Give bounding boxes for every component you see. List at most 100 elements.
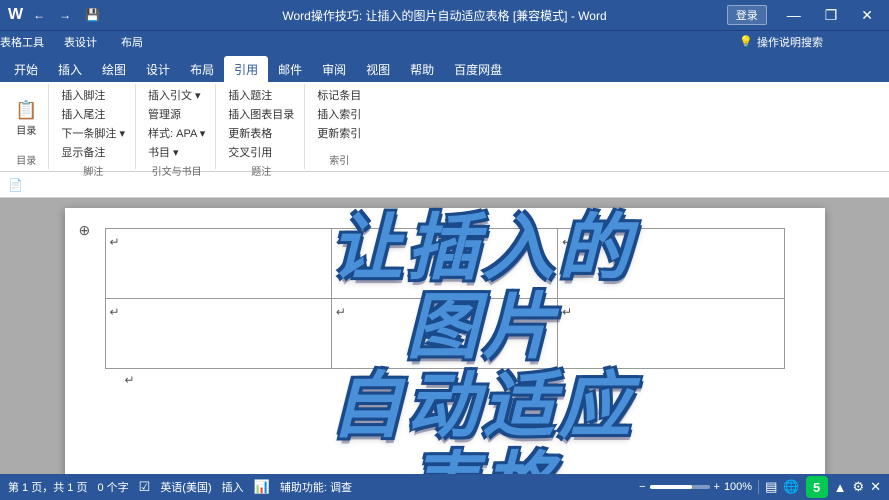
zoom-in-button[interactable]: +	[714, 481, 720, 493]
document-page: ⊕ ↵ ↵ ↵ ↵ ↵ ↵ ↵ 让插入的图片自动适应表格	[65, 208, 825, 474]
status-left: 第 1 页，共 1 页 0 个字 ☑ 英语(美国) 插入 📊 辅助功能: 调查	[8, 479, 629, 495]
lightbulb-icon: 💡	[739, 35, 753, 48]
spell-check-icon[interactable]: ☑	[139, 479, 151, 495]
cell-arrow-icon: ↵	[562, 235, 572, 249]
page-info: 第 1 页，共 1 页	[8, 479, 87, 495]
extra-icon-1[interactable]: ▲	[834, 480, 847, 495]
tab-view[interactable]: 视图	[356, 56, 400, 82]
word-logo: W	[8, 6, 23, 24]
insert-caption-button[interactable]: 插入题注	[224, 86, 276, 104]
zoom-out-button[interactable]: −	[639, 481, 645, 493]
tab-design[interactable]: 设计	[136, 56, 180, 82]
group-citations-label: 引文与书目	[152, 161, 202, 178]
next-footnote-button[interactable]: 下一条脚注 ▾	[57, 124, 129, 142]
cell-arrow-icon: ↵	[562, 305, 572, 319]
cell-arrow-icon: ↵	[110, 305, 120, 319]
cell-arrow-icon: ↵	[336, 235, 346, 249]
mark-entry-button[interactable]: 标记条目	[313, 86, 365, 104]
ribbon-content: 📋 目录 目录 插入脚注 插入尾注 下一条脚注 ▾ 显示备注 脚注 插入引文 ▾…	[0, 82, 889, 172]
group-captions-label: 题注	[251, 161, 271, 178]
extra-icon-2[interactable]: ⚙	[852, 479, 864, 495]
maximize-button[interactable]: ❐	[817, 6, 846, 24]
toc-button[interactable]: 📋 目录	[10, 97, 42, 140]
bibliography-button[interactable]: 书目 ▾	[144, 143, 183, 161]
five-brand-icon: 5	[806, 476, 828, 498]
zoom-slider[interactable]	[650, 485, 710, 489]
redo-button[interactable]: →	[55, 6, 75, 24]
search-hint: 💡 操作说明搜索	[739, 34, 823, 50]
status-bar: 第 1 页，共 1 页 0 个字 ☑ 英语(美国) 插入 📊 辅助功能: 调查 …	[0, 474, 889, 500]
insert-table-of-figures-button[interactable]: 插入图表目录	[224, 105, 298, 123]
tab-layout[interactable]: 布局	[180, 56, 224, 82]
group-footnotes-label: 脚注	[83, 161, 103, 178]
extra-icon-3[interactable]: ✕	[870, 479, 881, 495]
tab-insert[interactable]: 插入	[48, 56, 92, 82]
minimize-button[interactable]: —	[779, 6, 809, 24]
tab-layout[interactable]: 布局	[109, 31, 155, 52]
close-button[interactable]: ✕	[853, 6, 881, 24]
status-right: − + 100% ▤ 🌐 5 ▲ ⚙ ✕	[639, 476, 881, 498]
char-count: 0 个字	[97, 479, 128, 495]
zoom-bar: − + 100%	[639, 481, 752, 493]
table-row: ↵ ↵ ↵	[105, 229, 784, 299]
table-cell-0-2[interactable]: ↵	[558, 229, 784, 299]
tab-mailings[interactable]: 邮件	[268, 56, 312, 82]
cell-arrow-icon: ↵	[125, 373, 135, 387]
ribbon-group-captions: 插入题注 插入图表目录 更新表格 交叉引用 题注	[218, 84, 305, 169]
ribbon-tabs: 开始 插入 绘图 设计 布局 引用 邮件 审阅 视图 帮助 百度网盘	[0, 52, 889, 82]
tab-baidu[interactable]: 百度网盘	[444, 56, 512, 82]
insert-index-button[interactable]: 插入索引	[313, 105, 365, 123]
view-web-icon[interactable]: 🌐	[783, 479, 799, 495]
insert-endnote-button[interactable]: 插入尾注	[57, 105, 109, 123]
table-move-icon[interactable]: ⊕	[79, 222, 91, 239]
document-area: ⊕ ↵ ↵ ↵ ↵ ↵ ↵ ↵ 让插入的图片自动适应表格	[0, 198, 889, 474]
table-cell-1-1[interactable]: ↵	[331, 299, 557, 369]
cell-arrow-icon: ↵	[110, 235, 120, 249]
view-mode-icon[interactable]: ▤	[765, 479, 777, 495]
tool-tabs-bar: 表格工具 表设计 布局 💡 操作说明搜索	[0, 30, 889, 52]
toc-label: 目录	[16, 122, 36, 137]
language[interactable]: 英语(美国)	[160, 479, 211, 495]
tab-home[interactable]: 开始	[4, 56, 48, 82]
doc-stats-icon: 📊	[254, 479, 270, 495]
title-right: 登录 — ❐ ✕	[727, 5, 881, 25]
group-index-label: 索引	[329, 150, 349, 167]
ribbon-group-footnotes: 插入脚注 插入尾注 下一条脚注 ▾ 显示备注 脚注	[51, 84, 136, 169]
title-bar: W ← → 💾 Word操作技巧: 让插入的图片自动适应表格 [兼容模式] - …	[0, 0, 889, 30]
ribbon-group-index: 标记条目 插入索引 更新索引 索引	[307, 84, 371, 169]
zoom-level[interactable]: 100%	[724, 481, 752, 493]
search-hint-text: 操作说明搜索	[757, 34, 823, 50]
tool-tabs-label: 表格工具	[0, 34, 44, 50]
tab-draw[interactable]: 绘图	[92, 56, 136, 82]
update-index-button[interactable]: 更新索引	[313, 124, 365, 142]
insert-mode[interactable]: 插入	[222, 479, 244, 495]
accessibility-info[interactable]: 辅助功能: 调查	[280, 479, 352, 495]
title-left: W ← → 💾	[8, 6, 104, 24]
table-cell-1-0[interactable]: ↵	[105, 299, 331, 369]
save-quick-button[interactable]: 💾	[81, 6, 104, 24]
doc-icon: 📄	[8, 178, 23, 192]
insert-footnote-button[interactable]: 插入脚注	[57, 86, 109, 104]
table-row: ↵ ↵ ↵	[105, 299, 784, 369]
manage-sources-button[interactable]: 管理源	[144, 105, 185, 123]
update-table-button[interactable]: 更新表格	[224, 124, 276, 142]
tab-table-design[interactable]: 表设计	[52, 31, 109, 52]
group-toc-label: 目录	[16, 150, 36, 167]
cross-ref-button[interactable]: 交叉引用	[224, 143, 276, 161]
tab-help[interactable]: 帮助	[400, 56, 444, 82]
status-separator	[758, 480, 759, 494]
style-button[interactable]: 样式: APA ▾	[144, 124, 209, 142]
table-cell-0-1[interactable]: ↵	[331, 229, 557, 299]
ribbon-group-citations: 插入引文 ▾ 管理源 样式: APA ▾ 书目 ▾ 引文与书目	[138, 84, 216, 169]
tab-references[interactable]: 引用	[224, 56, 268, 82]
insert-citation-button[interactable]: 插入引文 ▾	[144, 86, 205, 104]
toc-icon: 📋	[15, 100, 37, 121]
window-title: Word操作技巧: 让插入的图片自动适应表格 [兼容模式] - Word	[282, 7, 606, 24]
login-button[interactable]: 登录	[727, 5, 767, 25]
zoom-fill	[650, 485, 692, 489]
table-cell-1-2[interactable]: ↵	[558, 299, 784, 369]
table-cell-0-0[interactable]: ↵	[105, 229, 331, 299]
undo-button[interactable]: ←	[29, 6, 49, 24]
tab-review[interactable]: 审阅	[312, 56, 356, 82]
show-notes-button[interactable]: 显示备注	[57, 143, 109, 161]
